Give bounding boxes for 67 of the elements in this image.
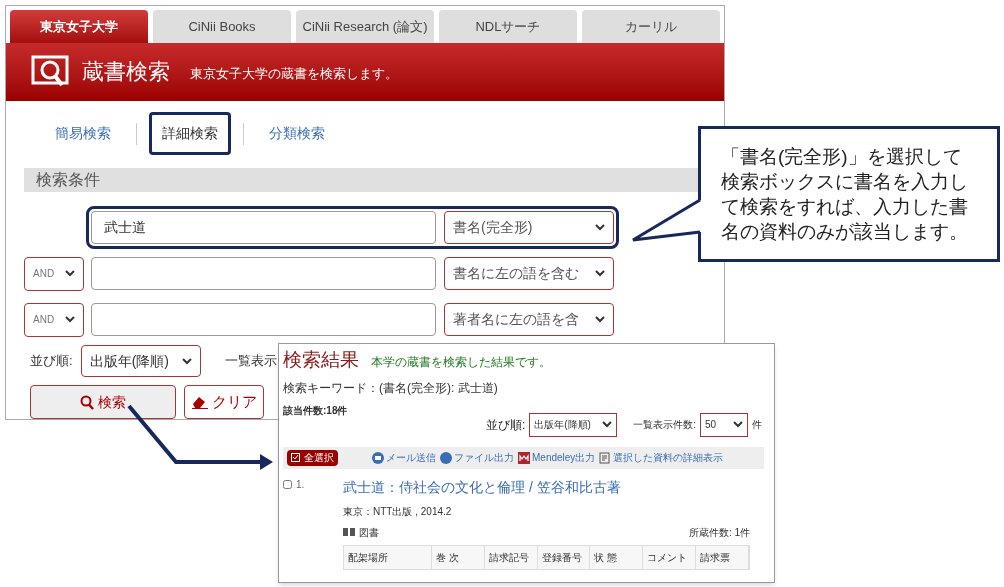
select-all-button[interactable]: 全選択 <box>287 449 338 466</box>
toolbar-link[interactable]: メール送信 <box>372 450 436 465</box>
clear-button[interactable]: クリア <box>184 385 264 419</box>
table-header-cell: 請求票 <box>696 545 749 569</box>
search-mode-link[interactable]: 簡易検索 <box>42 112 124 156</box>
toolbar-link[interactable]: 選択した資料の詳細表示 <box>599 450 724 465</box>
search-input[interactable] <box>91 257 436 290</box>
field-select[interactable]: 書名(完全形) <box>444 211 614 244</box>
search-button[interactable]: 検索 <box>30 385 176 419</box>
table-header-cell: 請求記号 <box>484 545 538 569</box>
chevron-down-icon <box>65 316 75 323</box>
table-header-cell: 状 態 <box>590 545 644 569</box>
tab[interactable]: NDLサーチ <box>439 10 577 43</box>
mendeley-logo-icon <box>518 451 530 464</box>
chevron-down-icon <box>595 224 605 231</box>
sort-label: 並び順: <box>485 416 526 434</box>
operator-select[interactable]: AND <box>24 302 84 337</box>
chevron-down-icon <box>181 357 192 365</box>
chevron-down-icon <box>733 421 743 428</box>
item-checkbox[interactable] <box>283 479 292 489</box>
item-title-link[interactable]: 武士道：侍社会の文化と倫理 / 笠谷和比古著 <box>343 476 750 498</box>
result-count: 該当件数:18件 <box>283 403 348 418</box>
search-mode-link[interactable]: 詳細検索 <box>149 112 231 156</box>
table-header-cell: コメント <box>643 545 697 569</box>
document-edit-icon <box>599 451 612 464</box>
table-header-cell: 登録番号 <box>537 545 591 569</box>
chevron-down-icon <box>65 270 75 277</box>
tab[interactable]: CiNii Books <box>153 10 291 43</box>
toolbar-link[interactable]: Mendeley出力 <box>518 450 596 465</box>
item-type: 図書 <box>359 525 379 540</box>
search-input[interactable] <box>91 303 436 336</box>
search-keyword: 検索キーワード：(書名(完全形): 武士道) <box>283 379 499 397</box>
results-note: 本学の蔵書を検索した結果です。 <box>371 353 551 371</box>
book-icon <box>343 528 355 536</box>
item-publisher: 東京：NTT出版 , 2014.2 <box>343 504 453 519</box>
search-input[interactable]: 武士道 <box>91 211 436 244</box>
per-page-label: 一覧表示件数: <box>633 418 696 432</box>
chevron-down-icon <box>595 270 605 277</box>
per-page-label: 一覧表示 <box>224 352 277 371</box>
sort-label: 並び順: <box>30 352 73 371</box>
tab[interactable]: CiNii Research (論文) <box>296 10 434 43</box>
table-header-cell: 巻 次 <box>432 545 485 569</box>
chevron-down-icon <box>595 316 605 323</box>
sort-select[interactable]: 出版年(降順) <box>80 345 201 377</box>
eraser-icon <box>191 395 208 409</box>
field-select[interactable]: 著者名に左の語を含 <box>444 303 614 336</box>
sort-select[interactable]: 出版年(降順) <box>529 412 618 437</box>
field-select[interactable]: 書名に左の語を含む <box>444 257 614 290</box>
page-subtitle: 東京女子大学の蔵書を検索します。 <box>190 65 398 84</box>
per-page-select[interactable]: 50 <box>700 412 748 437</box>
envelope-icon <box>372 451 384 464</box>
holdings-count: 所蔵件数: 1件 <box>688 525 750 540</box>
toolbar-link[interactable]: ファイル出力 <box>440 450 514 465</box>
search-mode-link[interactable]: 分類検索 <box>256 112 338 156</box>
item-number: 1. <box>296 477 305 492</box>
operator-select[interactable]: AND <box>24 256 84 291</box>
results-title: 検索結果 <box>283 348 359 372</box>
page-title: 蔵書検索 <box>82 58 170 87</box>
search-icon <box>80 394 94 410</box>
chevron-down-icon <box>602 421 613 428</box>
tab[interactable]: 東京女子大学 <box>10 10 148 43</box>
per-page-unit: 件 <box>752 418 762 432</box>
checkbox-icon <box>291 453 300 462</box>
table-header-cell: 配架場所 <box>344 545 432 569</box>
circle-icon <box>440 451 452 464</box>
tab[interactable]: カーリル <box>582 10 720 43</box>
callout-text: 「書名(完全形)」を選択して検索ボックスに書名を入力して検索をすれば、入力した書名の資料のみが該当します。 <box>721 145 969 244</box>
